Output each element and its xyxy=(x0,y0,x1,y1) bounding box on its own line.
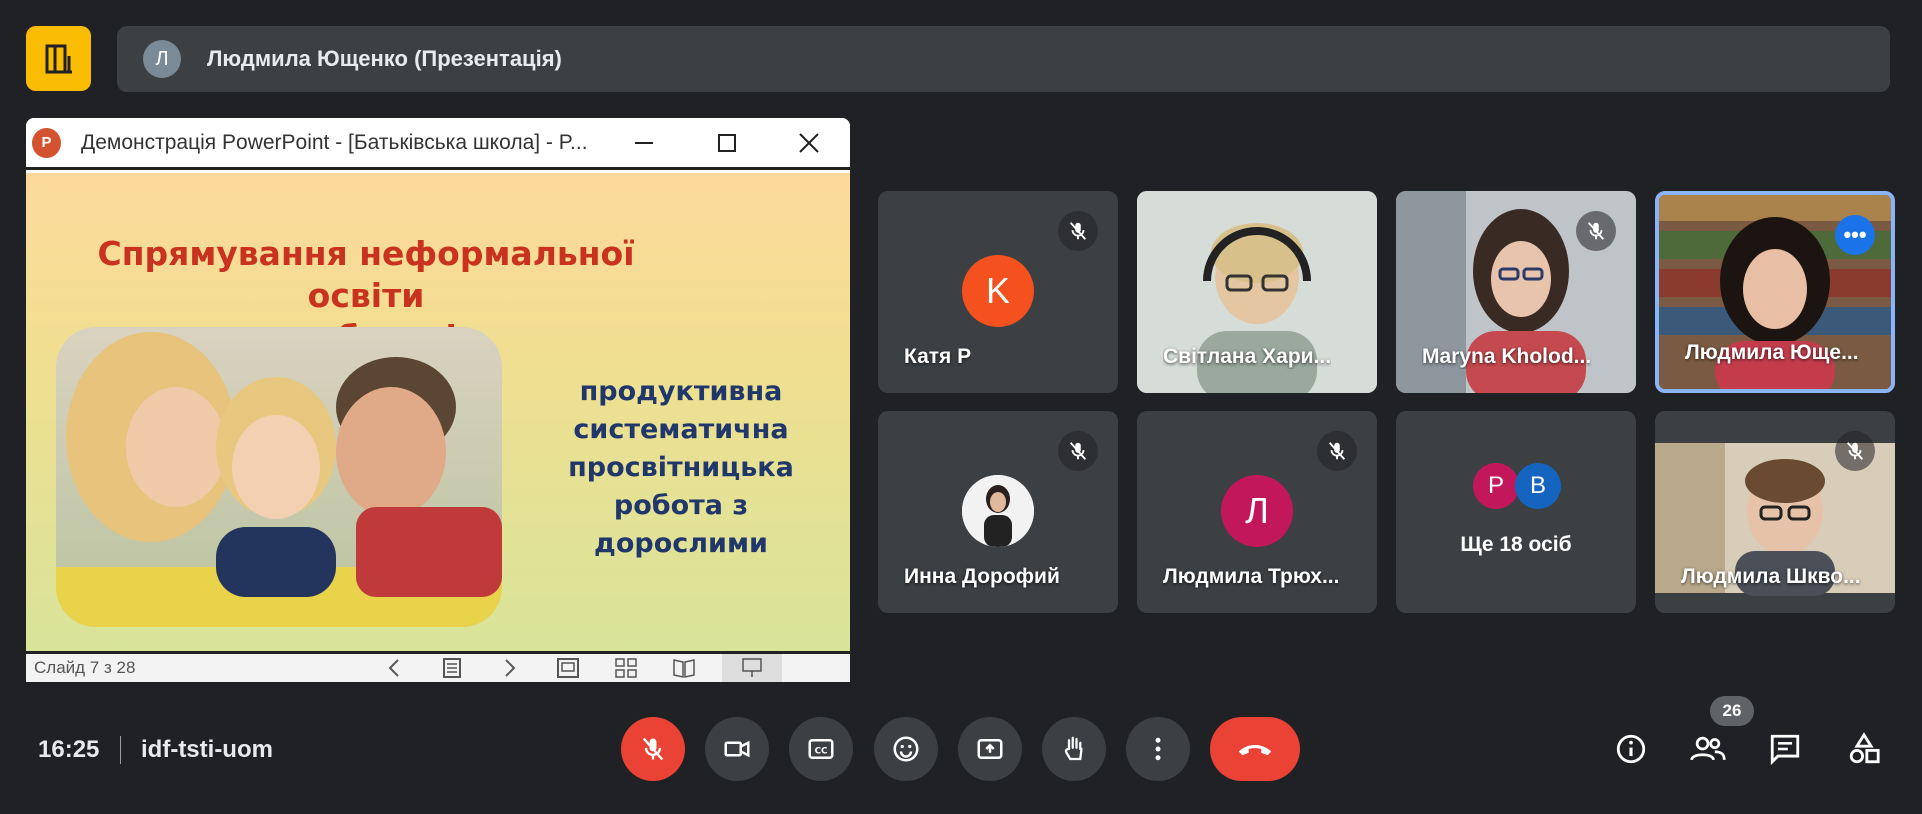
close-icon xyxy=(799,132,819,153)
normal-view-icon xyxy=(557,658,579,678)
mic-off-icon xyxy=(1576,211,1616,251)
mic-off-icon xyxy=(1317,431,1357,471)
people-icon xyxy=(1690,736,1726,761)
door-icon xyxy=(45,44,72,73)
shared-screen-window: P Демонстрація PowerPoint - [Батьківська… xyxy=(26,118,850,682)
slide-text-line: просвітницька xyxy=(568,452,794,483)
participant-count-badge: 26 xyxy=(1710,696,1754,726)
projector-icon xyxy=(742,658,762,677)
ppt-titlebar: P Демонстрація PowerPoint - [Батьківська… xyxy=(26,118,850,170)
reactions-button[interactable] xyxy=(874,717,938,781)
presenter-avatar: Л xyxy=(143,40,181,78)
camera-toggle-button[interactable] xyxy=(705,717,769,781)
activities-button[interactable] xyxy=(1839,724,1889,774)
maximize-icon xyxy=(717,133,736,152)
mic-off-icon xyxy=(1058,211,1098,251)
captions-button[interactable]: CC xyxy=(789,717,853,781)
chevron-left-icon xyxy=(388,659,399,677)
participant-avatar: P xyxy=(1473,463,1519,509)
more-participants-tile[interactable]: P B Ще 18 осіб xyxy=(1396,411,1636,613)
participant-tile[interactable]: Инна Дорофий xyxy=(878,411,1118,613)
family-photo xyxy=(56,327,502,627)
presenter-title: Людмила Ющенко (Презентація) xyxy=(207,46,562,71)
mic-off-icon xyxy=(1835,431,1875,471)
chat-icon xyxy=(1770,734,1800,766)
mic-toggle-button[interactable] xyxy=(621,717,685,781)
normal-view-button[interactable] xyxy=(548,656,588,680)
emoji-icon xyxy=(893,736,919,762)
participant-avatar-photo xyxy=(962,475,1034,547)
close-button[interactable] xyxy=(768,118,850,169)
people-button[interactable] xyxy=(1683,724,1733,774)
ppt-status-bar: Слайд 7 з 28 xyxy=(26,651,850,682)
participant-tile[interactable]: K Катя Р xyxy=(878,191,1118,393)
slide-title-line: Спрямування неформальної освіти xyxy=(97,234,635,315)
slide-body-text: продуктивна систематична просвітницька р… xyxy=(536,373,826,563)
minimize-icon xyxy=(635,141,654,144)
meet-logo-button[interactable] xyxy=(26,26,91,91)
hand-icon xyxy=(1064,736,1083,761)
participant-tile[interactable]: Світлана Хари... xyxy=(1137,191,1377,393)
participant-tile-active-speaker[interactable]: ••• Людмила Юще... xyxy=(1655,191,1895,393)
participant-tile[interactable]: Людмила Шкво... xyxy=(1655,411,1895,613)
participant-name: Maryna Kholod... xyxy=(1422,345,1592,368)
prev-slide-button[interactable] xyxy=(374,656,414,680)
chevron-right-icon xyxy=(505,659,516,677)
slide-text-line: дорослими xyxy=(594,528,768,559)
more-vert-icon xyxy=(1155,737,1161,761)
participant-name: Людмила Шкво... xyxy=(1681,565,1861,588)
grid-icon xyxy=(615,658,637,678)
book-icon xyxy=(673,659,695,678)
slide-text-line: робота з xyxy=(613,490,749,521)
participant-tile[interactable]: Л Людмила Трюх... xyxy=(1137,411,1377,613)
slide-sorter-button[interactable] xyxy=(606,656,646,680)
more-participants-label: Ще 18 осіб xyxy=(1460,533,1572,556)
present-screen-icon xyxy=(977,739,1003,759)
raise-hand-button[interactable] xyxy=(1042,717,1106,781)
next-slide-button[interactable] xyxy=(490,656,530,680)
notes-button[interactable] xyxy=(432,656,472,680)
info-icon xyxy=(1616,734,1646,764)
slide-content: Спрямування неформальної освіти для бать… xyxy=(26,173,850,651)
minimize-button[interactable] xyxy=(603,118,685,169)
ppt-window-title: Демонстрація PowerPoint - [Батьківська ш… xyxy=(81,130,588,154)
hang-up-icon xyxy=(1238,744,1272,756)
participant-name: Світлана Хари... xyxy=(1163,345,1332,368)
presenter-bar[interactable]: Л Людмила Ющенко (Презентація) xyxy=(117,26,1890,92)
camera-icon xyxy=(724,740,750,758)
maximize-button[interactable] xyxy=(686,118,768,169)
divider xyxy=(120,736,121,764)
slide-counter: Слайд 7 з 28 xyxy=(34,658,136,677)
participant-avatar: Л xyxy=(1221,475,1293,547)
meeting-code: idf-tsti-uom xyxy=(141,736,273,763)
participant-avatar: B xyxy=(1515,463,1561,509)
reading-view-button[interactable] xyxy=(664,656,704,680)
svg-text:CC: CC xyxy=(815,746,828,756)
mic-off-icon xyxy=(1058,431,1098,471)
participant-name: Катя Р xyxy=(904,345,972,368)
closed-captions-icon: CC xyxy=(808,739,834,759)
mic-off-icon xyxy=(642,737,664,761)
more-options-button[interactable] xyxy=(1126,717,1190,781)
meeting-details-button[interactable] xyxy=(1606,724,1656,774)
chat-button[interactable] xyxy=(1760,724,1810,774)
notes-icon xyxy=(443,658,461,678)
participant-name: Инна Дорофий xyxy=(904,565,1060,588)
shapes-icon xyxy=(1849,732,1880,764)
present-screen-button[interactable] xyxy=(958,717,1022,781)
slide-text-line: систематична xyxy=(573,414,789,445)
participant-name: Людмила Юще... xyxy=(1685,341,1859,364)
powerpoint-icon: P xyxy=(32,127,62,158)
slide-text-line: продуктивна xyxy=(579,376,783,407)
slideshow-button[interactable] xyxy=(722,654,782,682)
participant-tile[interactable]: Maryna Kholod... xyxy=(1396,191,1636,393)
meeting-time: 16:25 xyxy=(38,736,100,763)
more-options-icon[interactable]: ••• xyxy=(1835,215,1875,255)
participant-avatar: K xyxy=(962,255,1034,327)
participant-name: Людмила Трюх... xyxy=(1163,565,1340,588)
leave-call-button[interactable] xyxy=(1210,717,1300,781)
